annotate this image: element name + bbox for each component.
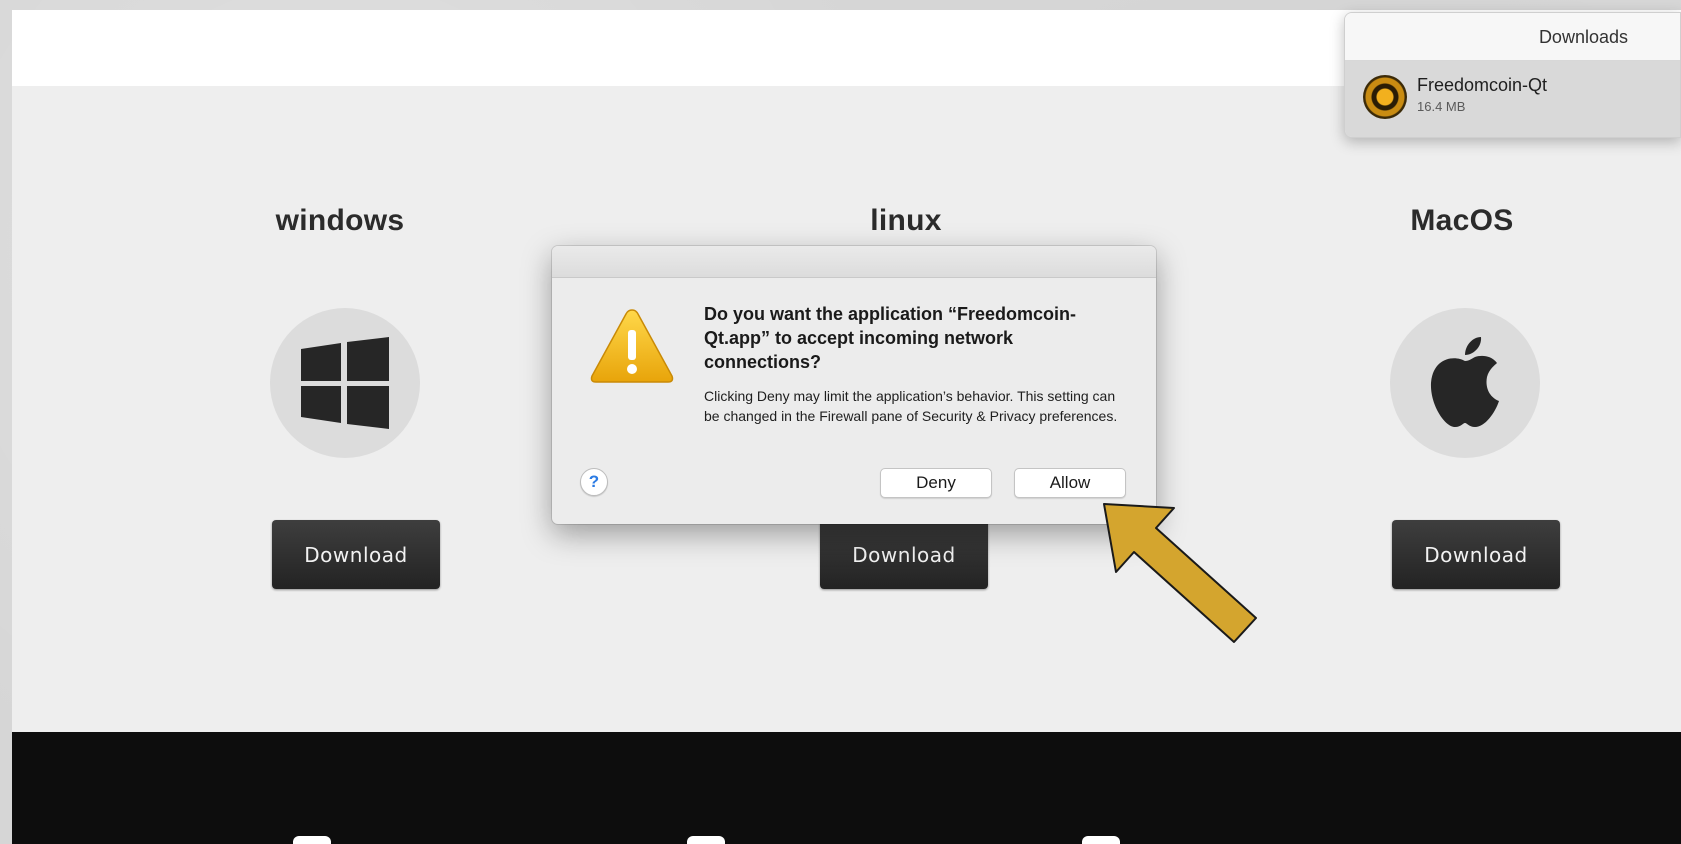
warning-icon bbox=[590, 309, 674, 383]
freedomcoin-app-icon bbox=[1363, 75, 1407, 119]
platform-title: MacOS bbox=[1410, 204, 1514, 237]
apple-logo-icon bbox=[1390, 308, 1540, 458]
bitcoin-icon[interactable]: ₿ bbox=[1474, 836, 1512, 844]
downloads-panel: Downloads Freedomcoin-Qt 16.4 MB bbox=[1344, 12, 1681, 138]
dialog-question: Do you want the application “Freedomcoin… bbox=[704, 304, 1077, 372]
download-button-macos[interactable]: Download bbox=[1392, 520, 1560, 589]
dialog-titlebar[interactable] bbox=[552, 246, 1156, 278]
firewall-dialog: Do you want the application “Freedomcoin… bbox=[552, 246, 1156, 524]
download-item[interactable]: Freedomcoin-Qt 16.4 MB bbox=[1345, 61, 1680, 137]
windows-logo-icon bbox=[270, 308, 420, 458]
allow-button[interactable]: Allow bbox=[1014, 468, 1126, 498]
facebook-icon[interactable]: f bbox=[293, 836, 331, 844]
download-button-linux[interactable]: Download bbox=[820, 520, 988, 589]
platform-title: linux bbox=[870, 204, 942, 237]
platform-title: windows bbox=[275, 204, 405, 237]
download-item-size: 16.4 MB bbox=[1417, 99, 1466, 114]
download-button-windows[interactable]: Download bbox=[272, 520, 440, 589]
linkedin-icon[interactable]: in bbox=[1082, 836, 1120, 844]
twitter-icon[interactable]: t bbox=[687, 836, 725, 844]
help-button[interactable]: ? bbox=[580, 468, 608, 496]
dialog-info: Clicking Deny may limit the application’… bbox=[704, 388, 1118, 424]
download-item-name: Freedomcoin-Qt bbox=[1417, 75, 1548, 95]
footer: f t in ₿ bbox=[12, 732, 1681, 844]
deny-button[interactable]: Deny bbox=[880, 468, 992, 498]
annotation-arrow-icon bbox=[1103, 503, 1257, 643]
downloads-title: Downloads bbox=[1345, 13, 1680, 61]
